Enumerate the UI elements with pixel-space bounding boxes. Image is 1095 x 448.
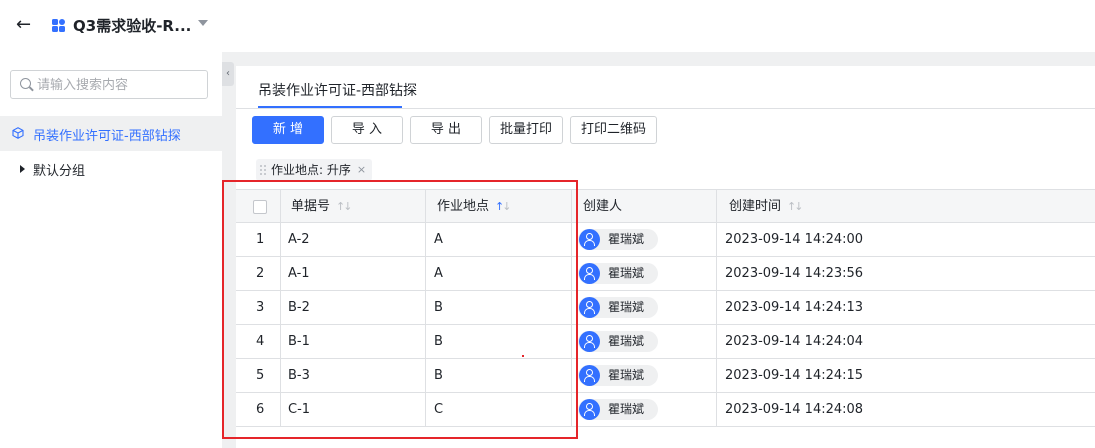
created-at-cell[interactable]: 2023-09-14 14:23:56 (725, 257, 863, 290)
creator-name: 瞿瑞斌 (608, 402, 645, 416)
column-divider (716, 291, 717, 324)
creator-name: 瞿瑞斌 (608, 232, 645, 246)
app-grid-icon (52, 19, 65, 32)
user-avatar-icon (579, 365, 600, 386)
column-divider (716, 393, 717, 426)
sort-chip-label: 作业地点: 升序 (271, 163, 351, 177)
sort-chip[interactable]: 作业地点: 升序 × (256, 159, 373, 181)
created-at-cell[interactable]: 2023-09-14 14:24:15 (725, 359, 863, 392)
sort-icon[interactable]: ↑↓ (787, 190, 804, 223)
user-avatar-icon (579, 399, 600, 420)
export-button[interactable]: 导 出 (410, 116, 482, 144)
creator-name: 瞿瑞斌 (608, 266, 645, 280)
column-divider (716, 325, 717, 358)
user-avatar-icon (579, 331, 600, 352)
search-input[interactable] (37, 75, 202, 95)
search-box[interactable] (10, 70, 208, 99)
sidebar-item-label: 吊装作业许可证-西部钻探 (33, 129, 181, 144)
column-header-label: 创建时间 (729, 199, 782, 214)
column-divider (716, 257, 717, 290)
tab-divider (236, 108, 1095, 109)
drag-handle-icon[interactable] (260, 165, 268, 175)
import-button[interactable]: 导 入 (331, 116, 403, 144)
creator-chip[interactable]: 瞿瑞斌 (578, 399, 658, 420)
creator-name: 瞿瑞斌 (608, 334, 645, 348)
sidebar: 吊装作业许可证-西部钻探 默认分组 (0, 52, 222, 448)
creator-chip[interactable]: 瞿瑞斌 (578, 229, 658, 250)
new-button[interactable]: 新 增 (252, 116, 324, 144)
creator-chip[interactable]: 瞿瑞斌 (578, 263, 658, 284)
sidebar-item-form[interactable]: 吊装作业许可证-西部钻探 (0, 116, 222, 151)
sidebar-item-default-group[interactable]: 默认分组 (0, 155, 222, 183)
chevron-left-icon: ‹ (226, 68, 230, 79)
user-avatar-icon (579, 297, 600, 318)
column-divider (716, 223, 717, 256)
sidebar-item-label: 默认分组 (33, 164, 86, 179)
batch-print-button[interactable]: 批量打印 (489, 116, 563, 144)
creator-chip[interactable]: 瞿瑞斌 (578, 365, 658, 386)
user-avatar-icon (579, 229, 600, 250)
creator-chip[interactable]: 瞿瑞斌 (578, 297, 658, 318)
tab-form[interactable]: 吊装作业许可证-西部钻探 (258, 80, 417, 100)
column-header-creator[interactable]: 创建人 (583, 190, 622, 223)
print-qr-button[interactable]: 打印二维码 (570, 116, 657, 144)
close-icon[interactable]: × (357, 159, 366, 181)
cube-icon (12, 127, 24, 139)
highlight-box (222, 180, 578, 439)
creator-name: 瞿瑞斌 (608, 368, 645, 382)
top-bar: ← Q3需求验收-R... (0, 0, 1095, 52)
user-avatar-icon (579, 263, 600, 284)
caret-down-icon[interactable] (198, 20, 208, 26)
created-at-cell[interactable]: 2023-09-14 14:24:04 (725, 325, 863, 358)
created-at-cell[interactable]: 2023-09-14 14:24:00 (725, 223, 863, 256)
sidebar-collapse-button[interactable]: ‹ (222, 62, 234, 86)
app-title[interactable]: Q3需求验收-R... (73, 15, 191, 36)
search-icon (20, 78, 31, 89)
creator-chip[interactable]: 瞿瑞斌 (578, 331, 658, 352)
caret-right-icon[interactable] (20, 165, 25, 173)
column-header-created-at[interactable]: 创建时间 ↑↓ (729, 190, 804, 223)
column-divider (716, 359, 717, 392)
arrow-left-icon[interactable]: ← (16, 14, 38, 36)
annotation-dot (522, 355, 524, 357)
created-at-cell[interactable]: 2023-09-14 14:24:13 (725, 291, 863, 324)
column-divider (716, 190, 717, 223)
creator-name: 瞿瑞斌 (608, 300, 645, 314)
created-at-cell[interactable]: 2023-09-14 14:24:08 (725, 393, 863, 426)
